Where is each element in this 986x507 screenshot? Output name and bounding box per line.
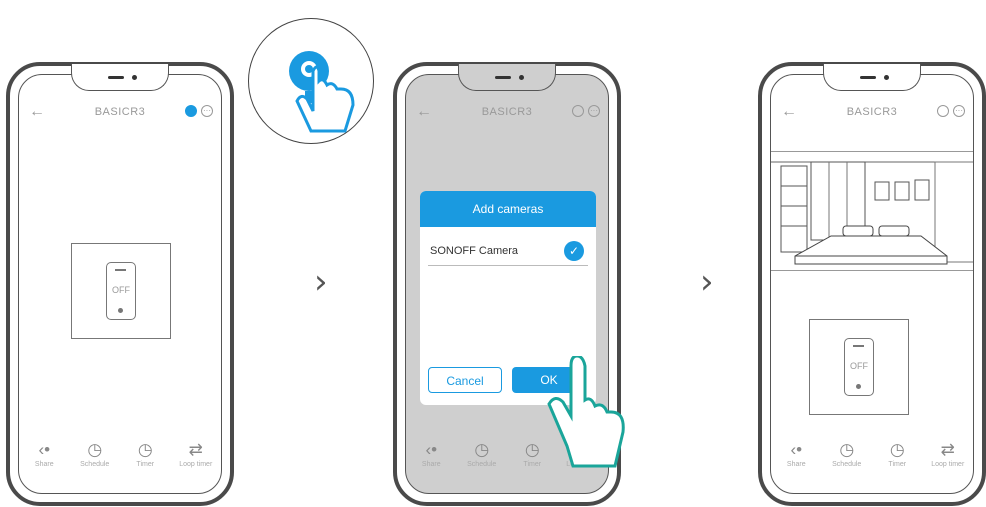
tap-camera-illustration bbox=[289, 51, 355, 133]
schedule-item[interactable]: ◷ Schedule bbox=[72, 439, 118, 479]
switch-toggle[interactable]: OFF bbox=[106, 262, 136, 320]
magnifier-callout bbox=[248, 18, 374, 144]
bedroom-camera-image bbox=[771, 161, 973, 265]
top-bar: ← BASICR3 ··· bbox=[406, 103, 608, 127]
switch-indicator-bar bbox=[853, 345, 864, 347]
bottom-bar: ‹• Share ◷ Schedule ◷ Timer ⇄ Loop timer bbox=[19, 439, 221, 479]
cancel-button[interactable]: Cancel bbox=[428, 367, 502, 393]
share-icon: ‹• bbox=[425, 440, 438, 459]
loop-timer-item[interactable]: ⇄ Loop timer bbox=[173, 439, 219, 479]
share-item[interactable]: ‹• Share bbox=[773, 439, 819, 479]
next-step-arrow-1: › bbox=[314, 262, 328, 302]
phone-screen: ← BASICR3 ··· OFF ‹• Share ◷ Schedule ◷ Tim… bbox=[18, 74, 222, 494]
switch-indicator-dot bbox=[856, 384, 861, 389]
loop-timer-item[interactable]: ⇄ Loop timer bbox=[925, 439, 971, 479]
schedule-item[interactable]: ◷ Schedule bbox=[824, 439, 870, 479]
timer-item[interactable]: ◷ Timer bbox=[122, 439, 168, 479]
schedule-label: Schedule bbox=[467, 461, 497, 468]
phone-step1: ← BASICR3 ··· OFF ‹• Share ◷ Schedule ◷ Tim… bbox=[6, 62, 234, 506]
switch-state-label: OFF bbox=[850, 361, 868, 371]
loop-timer-label: Loop timer bbox=[179, 461, 213, 468]
phone-step2: ← BASICR3 ··· Add cameras SONOFF Camera … bbox=[393, 62, 625, 506]
checkmark-icon[interactable]: ✓ bbox=[564, 241, 584, 261]
schedule-icon: ◷ bbox=[87, 440, 103, 459]
share-label: Share bbox=[34, 461, 54, 468]
switch-indicator-dot bbox=[118, 308, 123, 313]
next-step-arrow-2: › bbox=[700, 262, 714, 302]
camera-name: SONOFF Camera bbox=[430, 245, 519, 257]
schedule-label: Schedule bbox=[832, 461, 862, 468]
share-item[interactable]: ‹• Share bbox=[408, 439, 454, 479]
timer-label: Timer bbox=[888, 461, 907, 468]
share-label: Share bbox=[786, 461, 806, 468]
timer-icon: ◷ bbox=[137, 440, 153, 459]
schedule-label: Schedule bbox=[80, 461, 110, 468]
timer-icon: ◷ bbox=[889, 440, 905, 459]
loop-timer-label: Loop timer bbox=[931, 461, 965, 468]
share-item[interactable]: ‹• Share bbox=[21, 439, 67, 479]
camera-icon[interactable] bbox=[185, 105, 197, 117]
phone-notch bbox=[823, 64, 921, 91]
dialog-title: Add cameras bbox=[420, 191, 596, 227]
camera-live-view[interactable] bbox=[771, 151, 973, 271]
top-bar: ← BASICR3 ··· bbox=[19, 103, 221, 127]
switch-state-label: OFF bbox=[112, 285, 130, 295]
phone-screen: ← BASICR3 ··· OFF ‹• Share ◷ Schedule ◷ … bbox=[770, 74, 974, 494]
more-options-icon[interactable]: ··· bbox=[588, 105, 600, 117]
phone-notch bbox=[458, 64, 556, 91]
share-icon: ‹• bbox=[790, 440, 803, 459]
camera-icon[interactable] bbox=[937, 105, 949, 117]
hand-pointer-icon bbox=[547, 356, 625, 468]
schedule-icon: ◷ bbox=[839, 440, 855, 459]
share-label: Share bbox=[421, 461, 441, 468]
camera-icon[interactable] bbox=[572, 105, 584, 117]
schedule-icon: ◷ bbox=[474, 440, 490, 459]
more-options-icon[interactable]: ··· bbox=[201, 105, 213, 117]
switch-indicator-bar bbox=[115, 269, 126, 271]
schedule-item[interactable]: ◷ Schedule bbox=[459, 439, 505, 479]
switch-panel[interactable]: OFF bbox=[809, 319, 909, 415]
top-bar: ← BASICR3 ··· bbox=[771, 103, 973, 127]
bottom-bar: ‹• Share ◷ Schedule ◷ Timer ⇄ Loop timer bbox=[771, 439, 973, 479]
timer-label: Timer bbox=[136, 461, 155, 468]
loop-timer-icon: ⇄ bbox=[188, 440, 203, 459]
phone-step3: ← BASICR3 ··· OFF ‹• Share ◷ Schedule ◷ … bbox=[758, 62, 986, 506]
timer-item[interactable]: ◷ Timer bbox=[874, 439, 920, 479]
switch-toggle[interactable]: OFF bbox=[844, 338, 874, 396]
switch-panel[interactable]: OFF bbox=[71, 243, 171, 339]
camera-list-item[interactable]: SONOFF Camera ✓ bbox=[428, 237, 588, 266]
loop-timer-icon: ⇄ bbox=[940, 440, 955, 459]
phone-notch bbox=[71, 64, 169, 91]
more-options-icon[interactable]: ··· bbox=[953, 105, 965, 117]
share-icon: ‹• bbox=[38, 440, 51, 459]
